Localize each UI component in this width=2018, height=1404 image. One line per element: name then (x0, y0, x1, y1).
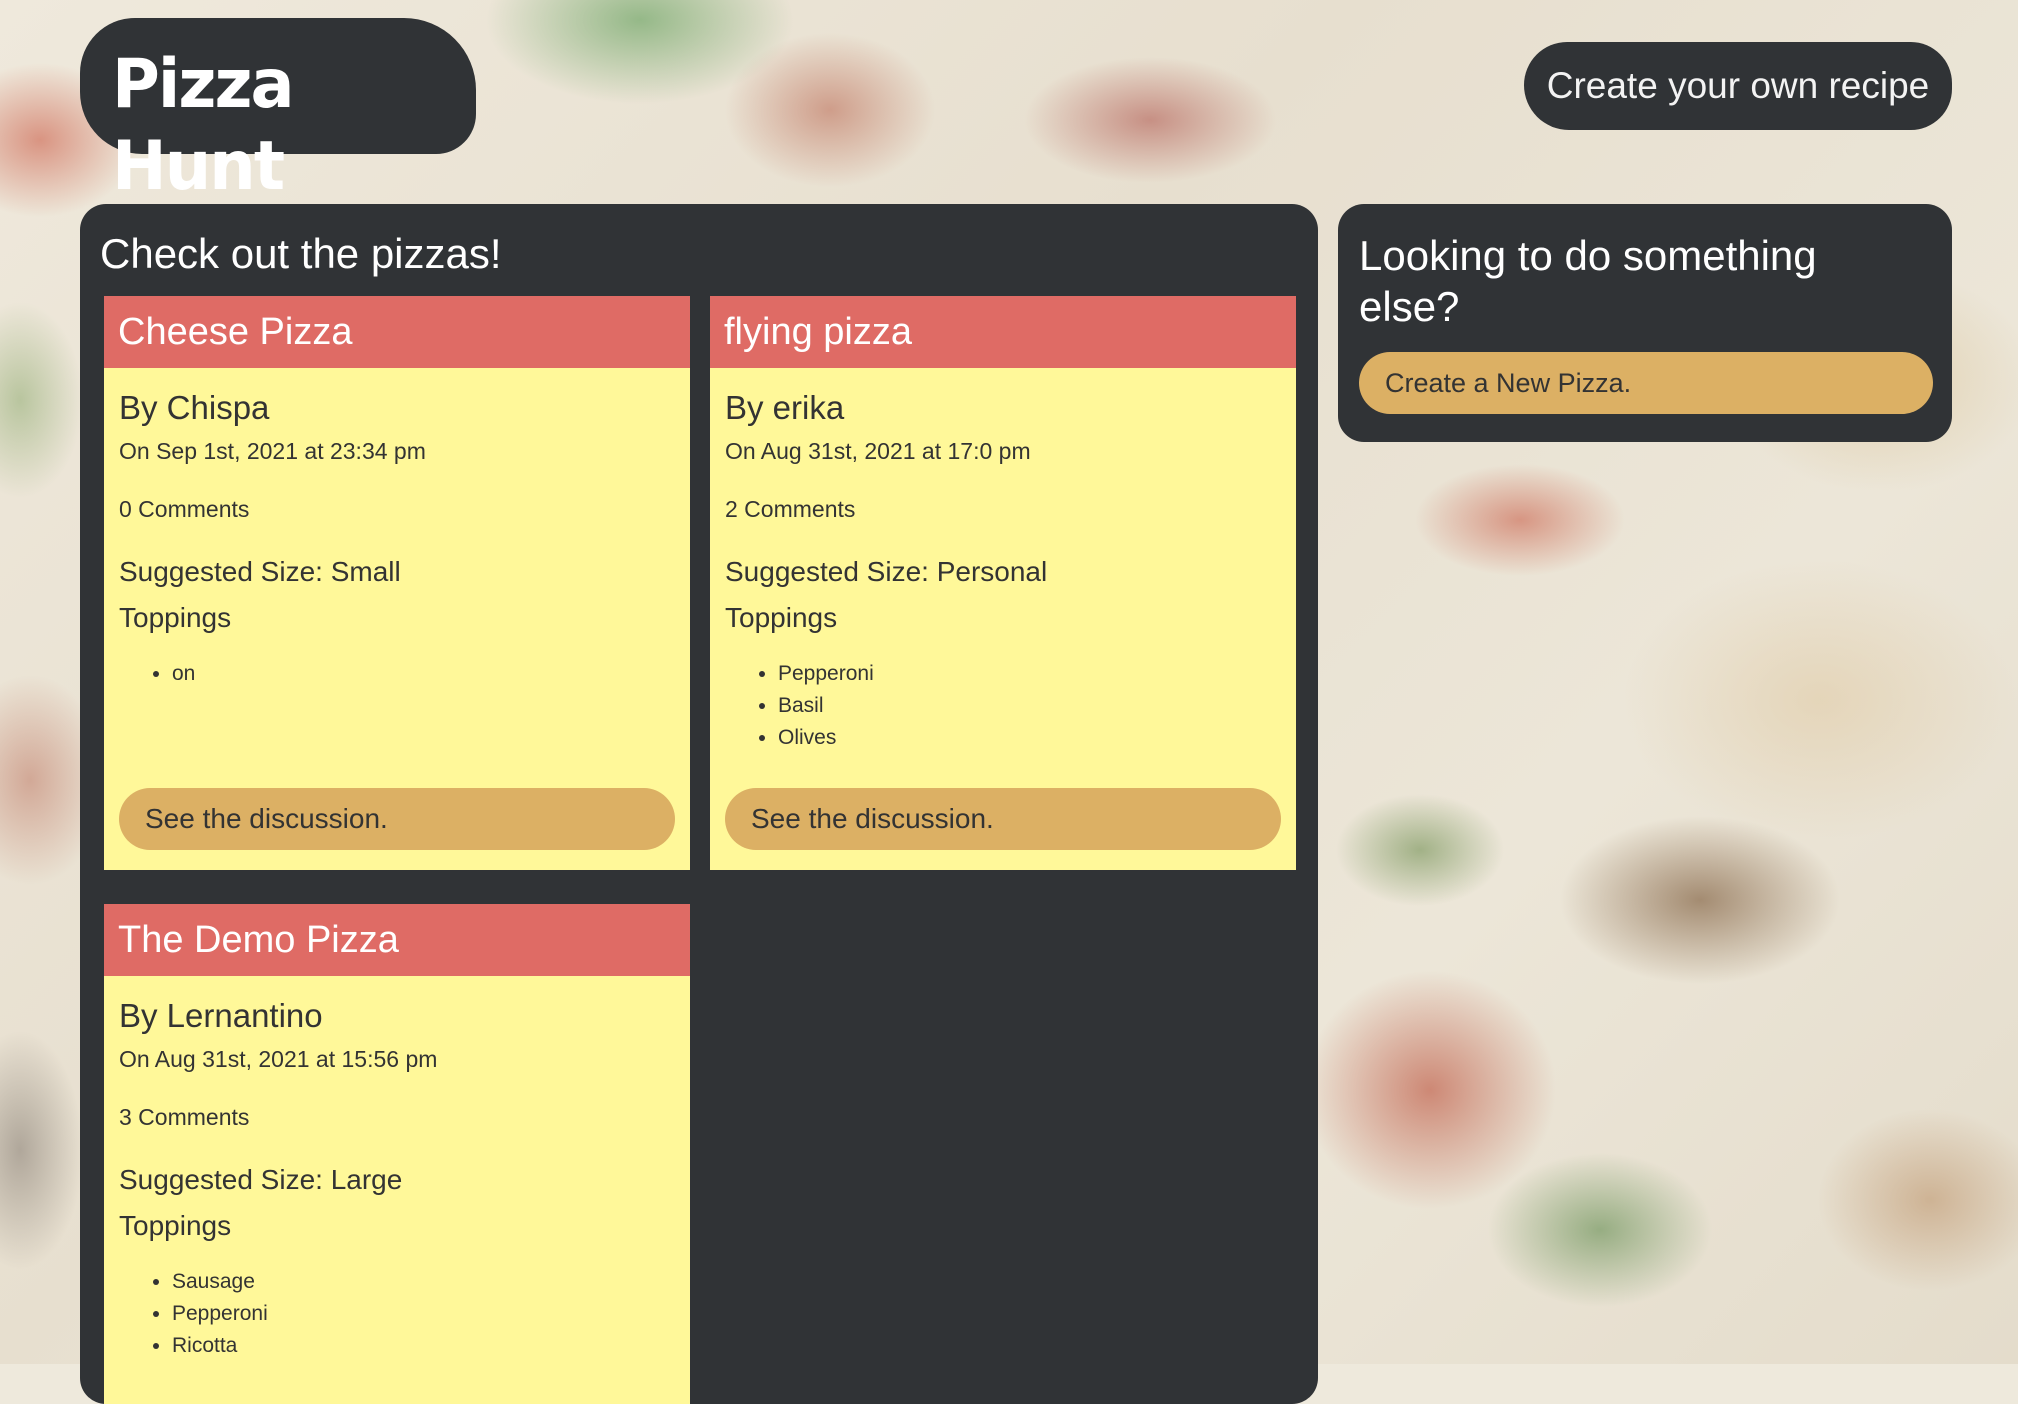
pizza-card: Cheese Pizza By Chispa On Sep 1st, 2021 … (104, 296, 690, 870)
pizza-date: On Aug 31st, 2021 at 15:56 pm (119, 1046, 438, 1072)
pizza-list-panel: Check out the pizzas! Cheese Pizza By Ch… (80, 204, 1318, 1404)
pizza-card-body: By Lernantino On Aug 31st, 2021 at 15:56… (104, 976, 690, 1404)
topping-item: Pepperoni (172, 1298, 675, 1330)
topping-item: Pepperoni (778, 658, 1281, 690)
logo-text: Pizza Hunt (112, 45, 295, 206)
toppings-list: Pepperoni Basil Olives (725, 658, 1281, 754)
see-discussion-button[interactable]: See the discussion. (119, 788, 675, 850)
pizza-card-title[interactable]: The Demo Pizza (104, 904, 690, 976)
sidebar-panel: Looking to do something else? Create a N… (1338, 204, 1952, 442)
topping-item: Basil (778, 690, 1281, 722)
pizza-comment-count: 0 Comments (119, 496, 250, 522)
pizza-comment-count: 3 Comments (119, 1104, 250, 1130)
toppings-label: Toppings (119, 1210, 232, 1241)
pizza-date: On Sep 1st, 2021 at 23:34 pm (119, 438, 426, 464)
topping-item: Olives (778, 722, 1281, 754)
pizza-card-title[interactable]: flying pizza (710, 296, 1296, 368)
sidebar-title: Looking to do something else? (1359, 232, 1817, 330)
see-discussion-button[interactable]: See the discussion. (725, 788, 1281, 850)
create-recipe-button[interactable]: Create your own recipe (1524, 42, 1952, 130)
pizza-card: flying pizza By erika On Aug 31st, 2021 … (710, 296, 1296, 870)
pizza-list-title: Check out the pizzas! (100, 230, 502, 277)
pizza-card-body: By Chispa On Sep 1st, 2021 at 23:34 pm 0… (104, 368, 690, 870)
create-new-pizza-button[interactable]: Create a New Pizza. (1359, 352, 1933, 414)
topping-item: on (172, 658, 675, 690)
toppings-list: Sausage Pepperoni Ricotta (119, 1266, 675, 1362)
site-logo[interactable]: Pizza Hunt (80, 18, 476, 206)
pizza-author: By erika (725, 389, 845, 426)
pizza-author: By Lernantino (119, 997, 323, 1034)
toppings-label: Toppings (119, 602, 232, 633)
pizza-comment-count: 2 Comments (725, 496, 856, 522)
topping-item: Ricotta (172, 1330, 675, 1362)
pizza-card-body: By erika On Aug 31st, 2021 at 17:0 pm 2 … (710, 368, 1296, 870)
pizza-author: By Chispa (119, 389, 270, 426)
pizza-suggested-size: Suggested Size: Small (119, 556, 401, 587)
pizza-card-title[interactable]: Cheese Pizza (104, 296, 690, 368)
pizza-date: On Aug 31st, 2021 at 17:0 pm (725, 438, 1031, 464)
pizza-suggested-size: Suggested Size: Large (119, 1164, 403, 1195)
topping-item: Sausage (172, 1266, 675, 1298)
pizza-suggested-size: Suggested Size: Personal (725, 556, 1048, 587)
pizza-card: The Demo Pizza By Lernantino On Aug 31st… (104, 904, 690, 1404)
toppings-label: Toppings (725, 602, 838, 633)
toppings-list: on (119, 658, 675, 690)
